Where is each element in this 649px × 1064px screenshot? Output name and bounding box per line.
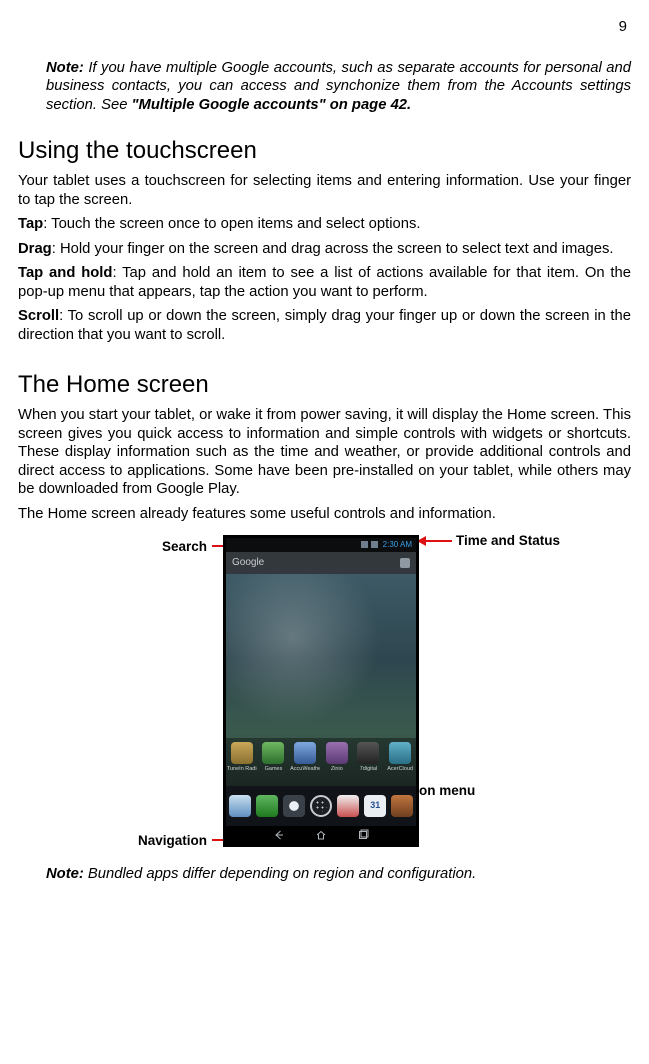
app-games[interactable]: Games <box>258 742 288 773</box>
google-search-bar[interactable]: Google <box>226 552 416 574</box>
term-tap: Tap <box>18 216 43 232</box>
home-screen-figure: Search Time and Status Application menu … <box>18 531 631 857</box>
app-icon <box>231 742 253 764</box>
app-icon <box>326 742 348 764</box>
term-drag: Drag <box>18 241 52 257</box>
navigation-bar <box>226 826 416 844</box>
dock-app-gmail[interactable] <box>337 795 359 817</box>
app-tunein[interactable]: TuneIn Radio <box>227 742 257 773</box>
back-icon[interactable] <box>272 829 286 841</box>
def-scroll: Scroll: To scroll up or down the screen,… <box>18 307 631 344</box>
home-icon[interactable] <box>314 829 328 841</box>
recent-icon[interactable] <box>356 829 370 841</box>
signal-icon <box>361 541 368 548</box>
app-drawer-icon[interactable] <box>310 795 332 817</box>
favorites-dock <box>226 786 416 826</box>
home-p1: When you start your tablet, or wake it f… <box>18 406 631 498</box>
callout-navigation: Navigation <box>138 833 207 850</box>
app-accuweather[interactable]: AccuWeather <box>290 742 320 773</box>
def-drag: Drag: Hold your finger on the screen and… <box>18 240 631 258</box>
app-label: 7digital <box>353 766 383 773</box>
heading-using-touchscreen: Using the touchscreen <box>18 136 631 166</box>
dock-app-2[interactable] <box>256 795 278 817</box>
app-zinio[interactable]: Zinio <box>322 742 352 773</box>
term-scroll: Scroll <box>18 308 59 324</box>
home-p2: The Home screen already features some us… <box>18 505 631 523</box>
app-icon <box>294 742 316 764</box>
app-label: Games <box>258 766 288 773</box>
note-emphasis: "Multiple Google accounts" on page 42. <box>132 97 412 113</box>
top-note: Note: If you have multiple Google accoun… <box>46 59 631 114</box>
status-time: 2:30 AM <box>383 540 412 550</box>
term-tap-hold: Tap and hold <box>18 265 112 281</box>
app-icon <box>262 742 284 764</box>
callout-time-status: Time and Status <box>456 533 560 550</box>
app-icon <box>389 742 411 764</box>
text-scroll: : To scroll up or down the screen, simpl… <box>18 308 631 342</box>
def-tap-hold: Tap and hold: Tap and hold an item to se… <box>18 264 631 301</box>
tablet-screen: 2:30 AM Google TuneIn Radio Games AccuWe… <box>226 538 416 844</box>
note-label: Note: <box>46 60 84 76</box>
dock-app-maps[interactable] <box>283 795 305 817</box>
app-7digital[interactable]: 7digital <box>353 742 383 773</box>
status-bar: 2:30 AM <box>226 538 416 552</box>
page-number: 9 <box>18 18 631 37</box>
touchscreen-intro: Your tablet uses a touchscreen for selec… <box>18 172 631 209</box>
app-label: Zinio <box>322 766 352 773</box>
tablet-screenshot: 2:30 AM Google TuneIn Radio Games AccuWe… <box>223 535 419 847</box>
dock-app-calendar[interactable] <box>364 795 386 817</box>
text-drag: : Hold your finger on the screen and dra… <box>52 241 614 257</box>
def-tap: Tap: Touch the screen once to open items… <box>18 215 631 233</box>
dock-app-books[interactable] <box>391 795 413 817</box>
note-text: Bundled apps differ depending on region … <box>84 866 476 882</box>
arrow-time-status <box>418 540 452 542</box>
app-acercloud[interactable]: AcerCloud <box>385 742 415 773</box>
heading-home-screen: The Home screen <box>18 370 631 400</box>
bottom-note: Note: Bundled apps differ depending on r… <box>46 865 631 883</box>
app-label: AcerCloud <box>385 766 415 773</box>
text-tap: : Touch the screen once to open items an… <box>43 216 420 232</box>
widget-app-row: TuneIn Radio Games AccuWeather Zinio 7di… <box>226 738 416 786</box>
battery-icon <box>371 541 378 548</box>
app-label: AccuWeather <box>290 766 320 773</box>
mic-icon[interactable] <box>400 558 410 568</box>
dock-app-play[interactable] <box>229 795 251 817</box>
app-label: TuneIn Radio <box>227 766 257 773</box>
note-label: Note: <box>46 866 84 882</box>
app-icon <box>357 742 379 764</box>
callout-search: Search <box>162 539 207 556</box>
search-placeholder: Google <box>232 557 264 570</box>
